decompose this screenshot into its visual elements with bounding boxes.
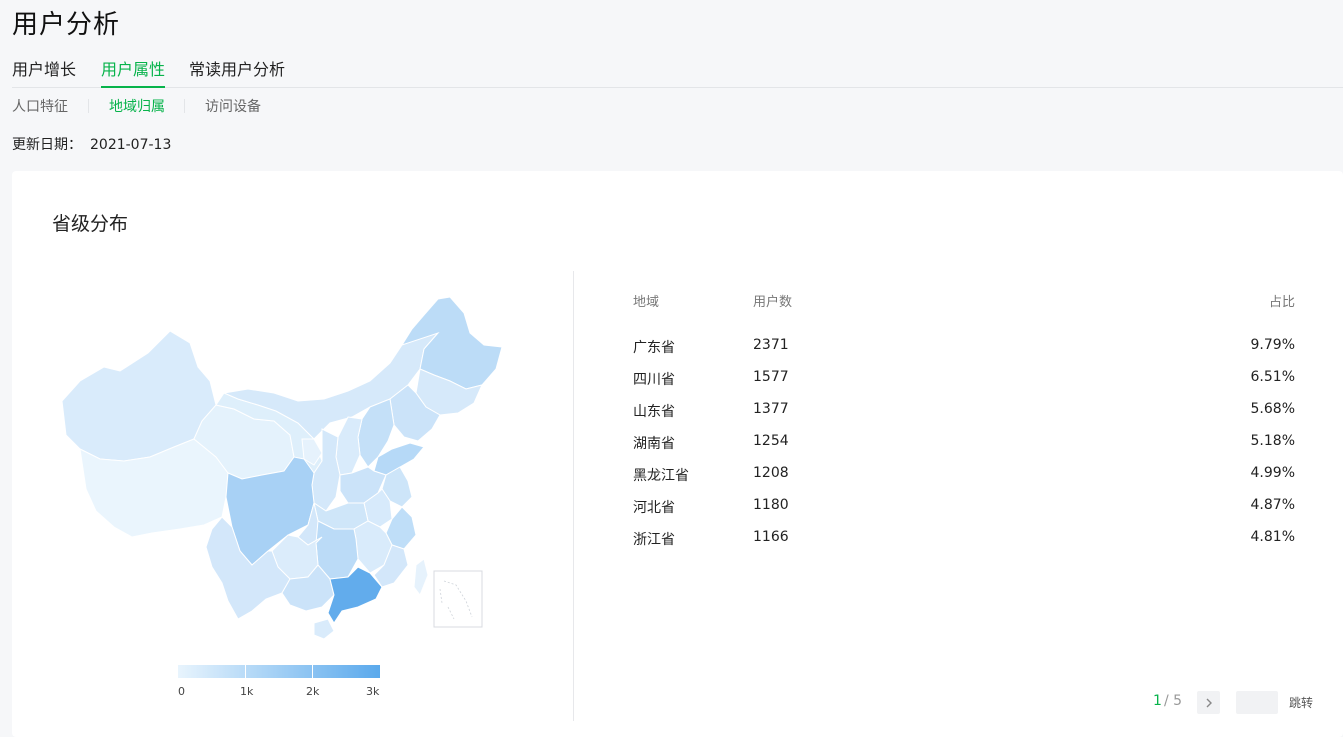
cell-ratio: 4.99% [1250, 465, 1295, 481]
cell-ratio: 4.81% [1250, 529, 1295, 545]
cell-region: 黑龙江省 [633, 468, 689, 484]
cell-ratio: 5.18% [1250, 433, 1295, 449]
tab-frequent-readers[interactable]: 常读用户分析 [189, 58, 285, 88]
map-region-hainan[interactable] [313, 618, 335, 639]
subtab-demographics[interactable]: 人口特征 [12, 96, 68, 116]
legend-tick: 3k [366, 685, 380, 698]
pager-total-pages: / 5 [1164, 693, 1183, 709]
cell-users: 2371 [753, 337, 789, 353]
cell-ratio: 5.68% [1250, 401, 1295, 417]
province-distribution-card: 省级分布 0 1k 2k 3k 地域 用户数 占比 广东省 2371 9.79%… [12, 171, 1343, 737]
cell-region: 四川省 [633, 372, 675, 388]
subtab-divider [88, 99, 89, 113]
jump-button[interactable]: 跳转 [1289, 694, 1313, 711]
update-date: 更新日期： 2021-07-13 [12, 134, 171, 154]
section-title: 省级分布 [52, 213, 129, 235]
subtab-region[interactable]: 地域归属 [109, 96, 165, 116]
legend-tick: 0 [178, 685, 185, 698]
subtab-divider [184, 99, 185, 113]
south-china-sea-inset [433, 570, 483, 628]
cell-users: 1254 [753, 433, 789, 449]
column-header-region: 地域 [633, 295, 660, 310]
table-row: 黑龙江省 1208 4.99% [633, 465, 1295, 485]
legend-ticks: 0 1k 2k 3k [178, 685, 380, 701]
update-date-value: 2021-07-13 [90, 137, 172, 153]
table-row: 湖南省 1254 5.18% [633, 433, 1295, 453]
legend-gradient-bar [178, 665, 380, 678]
cell-users: 1377 [753, 401, 789, 417]
table-row: 四川省 1577 6.51% [633, 369, 1295, 389]
tab-user-growth[interactable]: 用户增长 [12, 58, 76, 88]
main-tabs: 用户增长 用户属性 常读用户分析 [12, 58, 1343, 88]
pager-current-page: 1 [1153, 693, 1162, 709]
cell-ratio: 6.51% [1250, 369, 1295, 385]
subtab-devices[interactable]: 访问设备 [205, 96, 261, 116]
page-title: 用户分析 [12, 10, 121, 40]
chevron-right-icon [1206, 698, 1212, 707]
cell-region: 河北省 [633, 500, 675, 516]
legend-tick: 2k [306, 685, 320, 698]
map-region-shaanxi[interactable] [311, 428, 341, 512]
cell-ratio: 4.87% [1250, 497, 1295, 513]
legend-tick: 1k [240, 685, 254, 698]
china-map[interactable] [52, 289, 512, 639]
card-divider [573, 271, 574, 721]
cell-users: 1208 [753, 465, 789, 481]
map-region-shanxi[interactable] [335, 416, 363, 476]
cell-users: 1577 [753, 369, 789, 385]
map-legend: 0 1k 2k 3k [178, 665, 380, 701]
map-region-taiwan[interactable] [413, 558, 429, 597]
cell-ratio: 9.79% [1250, 337, 1295, 353]
column-header-users: 用户数 [753, 295, 793, 310]
cell-region: 浙江省 [633, 532, 675, 548]
column-header-ratio: 占比 [1268, 295, 1295, 310]
cell-region: 广东省 [633, 340, 675, 356]
table-row: 山东省 1377 5.68% [633, 401, 1295, 421]
table-row: 浙江省 1166 4.81% [633, 529, 1295, 549]
tab-user-attributes[interactable]: 用户属性 [101, 58, 166, 88]
cell-users: 1166 [753, 529, 789, 545]
table-row: 广东省 2371 9.79% [633, 337, 1295, 357]
cell-region: 山东省 [633, 404, 675, 420]
next-page-button[interactable] [1197, 691, 1220, 714]
update-date-label: 更新日期： [12, 137, 82, 153]
table-row: 河北省 1180 4.87% [633, 497, 1295, 517]
jump-page-input[interactable] [1236, 691, 1278, 714]
cell-region: 湖南省 [633, 436, 675, 452]
cell-users: 1180 [753, 497, 789, 513]
